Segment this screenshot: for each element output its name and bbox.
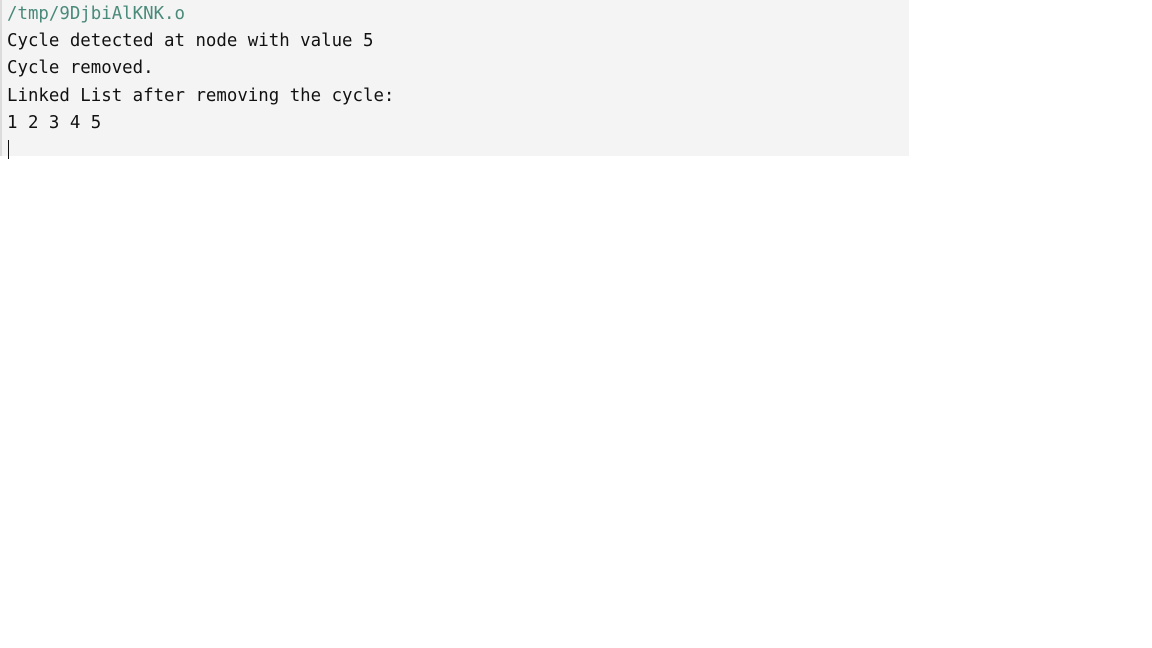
output-line: Cycle detected at node with value 5 (7, 31, 374, 52)
output-line: 1 2 3 4 5 (7, 112, 102, 133)
output-line: Cycle removed. (7, 58, 154, 79)
text-cursor (8, 140, 9, 160)
output-line: Linked List after removing the cycle: (7, 85, 395, 106)
terminal-output[interactable]: /tmp/9DjbiAlKNK.o Cycle detected at node… (0, 0, 909, 160)
executable-path: /tmp/9DjbiAlKNK.o (7, 4, 185, 24)
